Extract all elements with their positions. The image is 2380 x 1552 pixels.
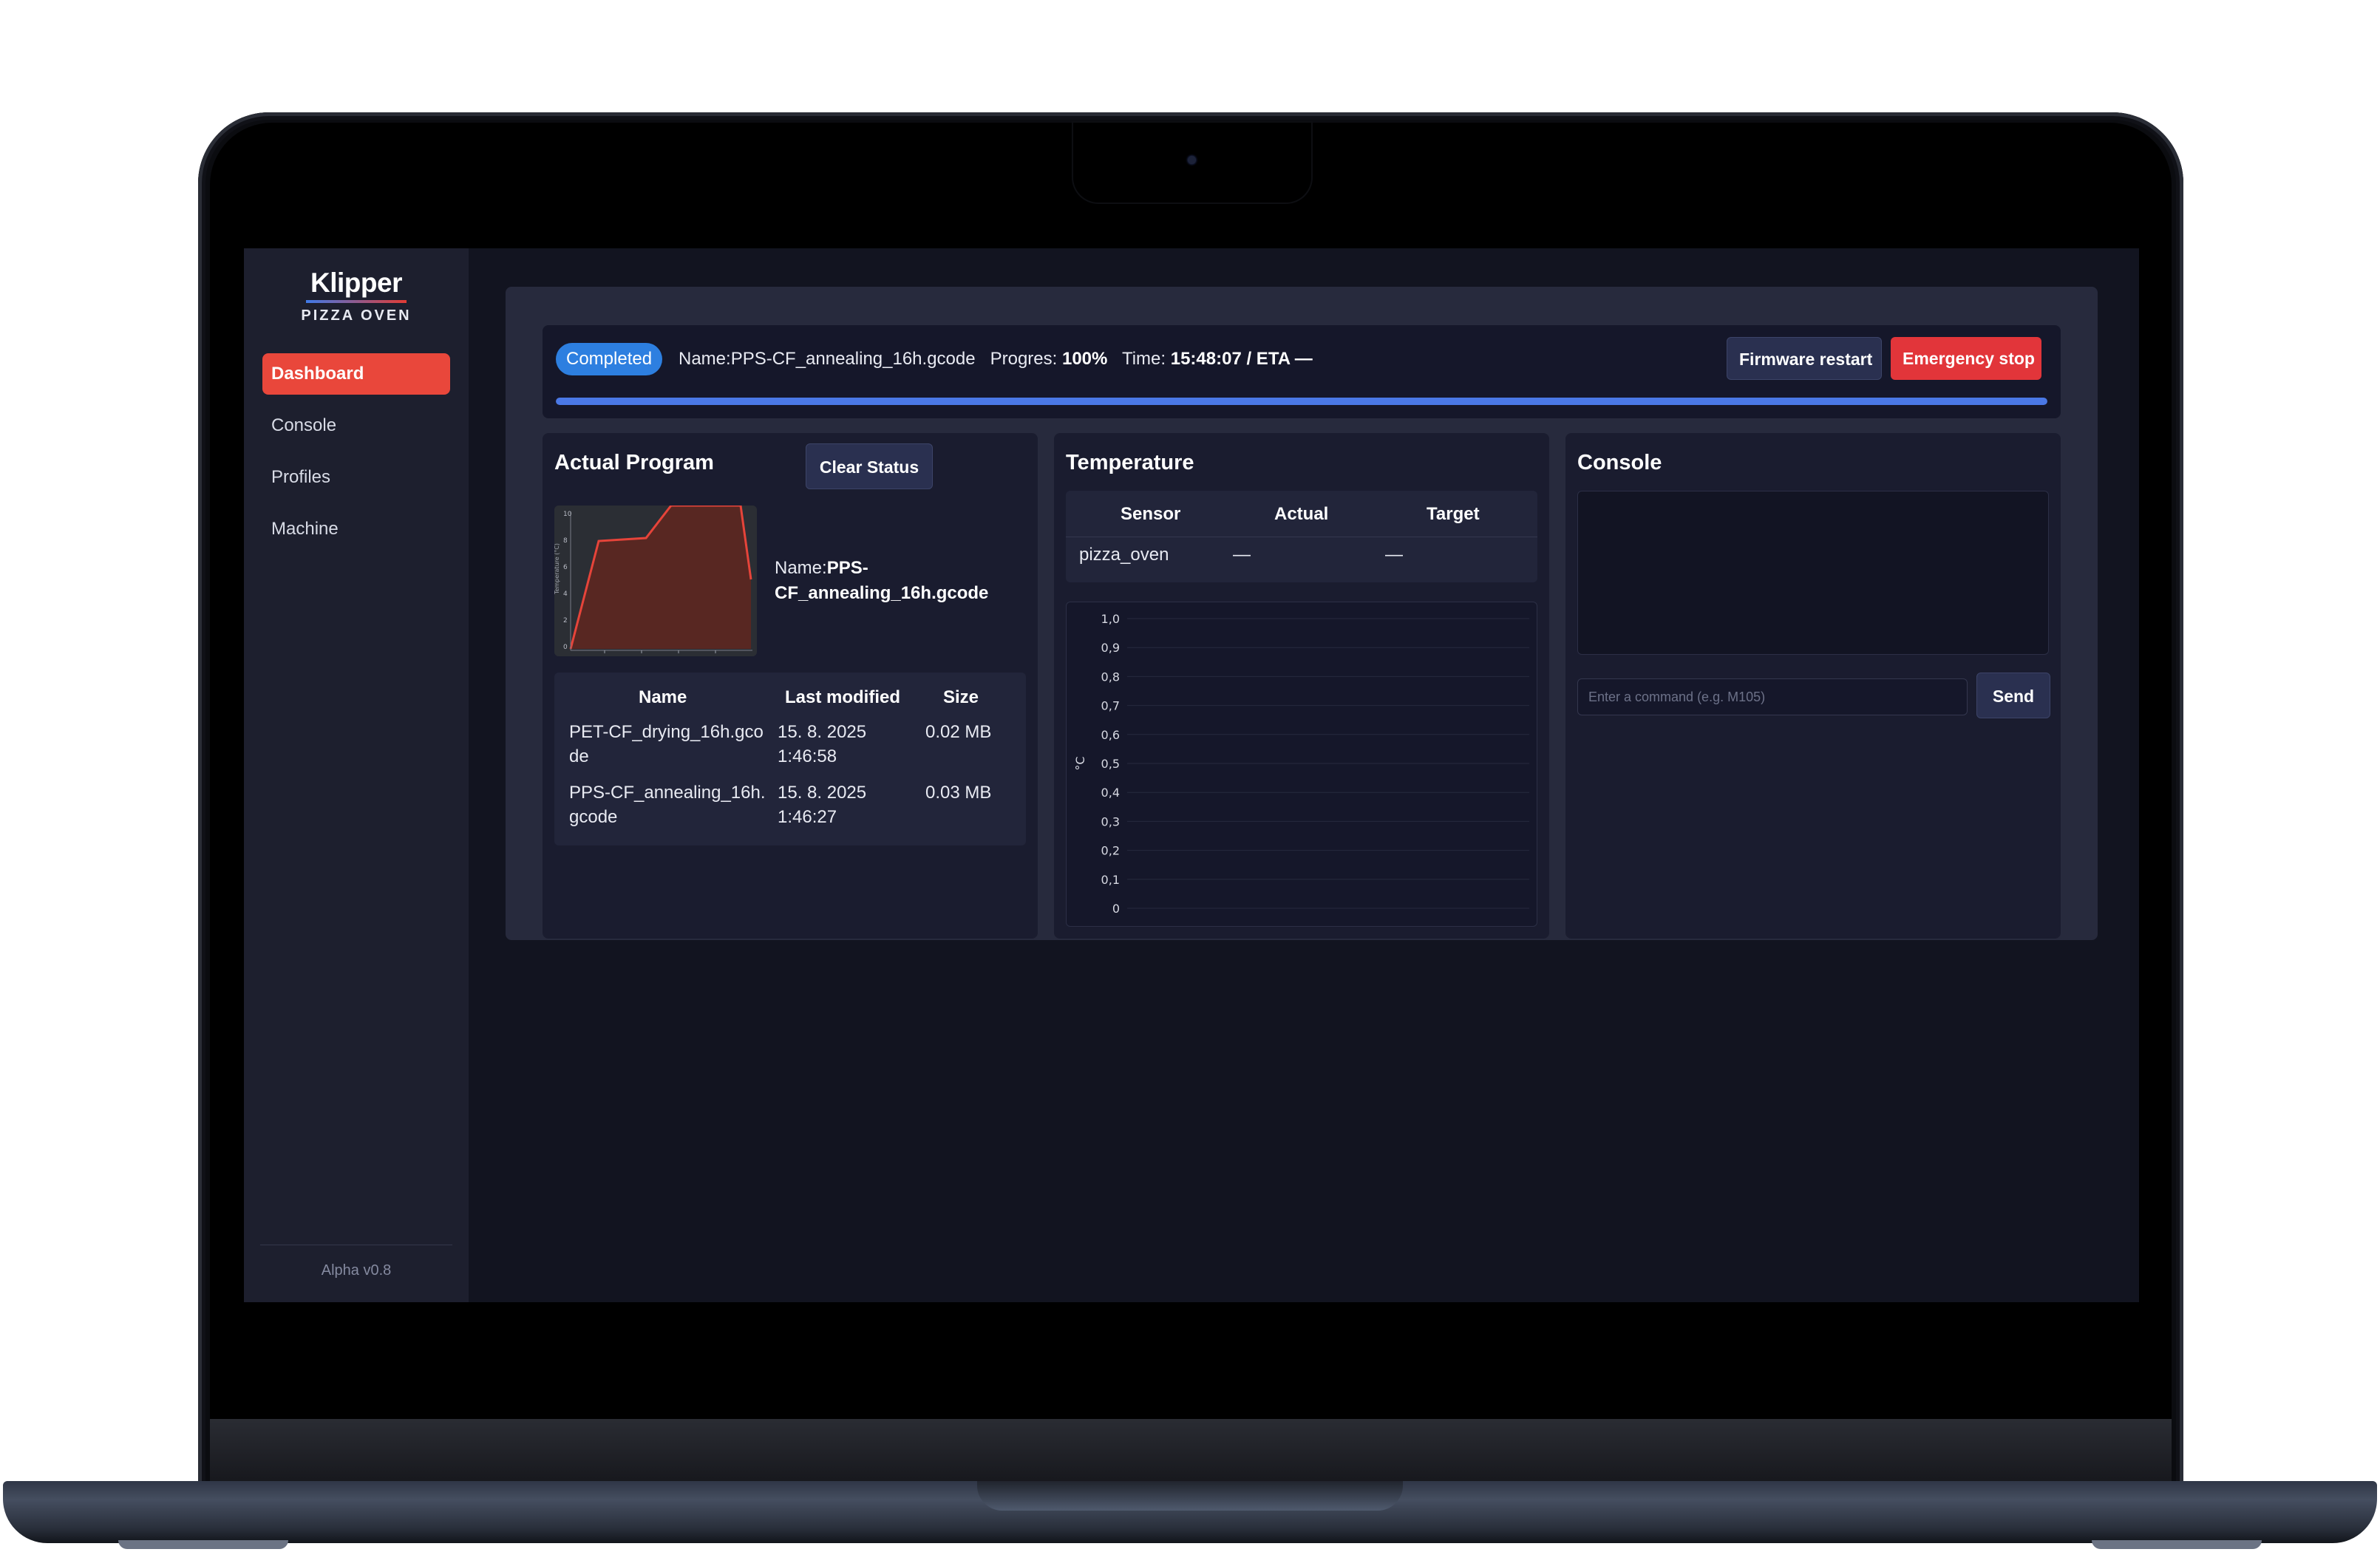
chart-y-tick: 0,5 [1101, 757, 1120, 771]
program-name: Name:PPS-CF_annealing_16h.gcode [775, 556, 1026, 606]
chart-y-tick: 0,9 [1101, 641, 1120, 655]
file-date: 15. 8. 2025 [778, 722, 867, 742]
actual-program-title: Actual Program [554, 451, 714, 474]
console-card: Console Send [1565, 433, 2061, 939]
chart-y-tick: 0,3 [1101, 814, 1120, 828]
file-size: 0.02 MB [925, 722, 992, 742]
chart-y-tick: 0,8 [1101, 670, 1120, 684]
file-name-line: gcode [569, 807, 618, 827]
logo-subtitle: PIZZA OVEN [301, 307, 412, 324]
clear-status-button[interactable]: Clear Status [806, 443, 933, 489]
logo-title: Klipper [310, 268, 402, 298]
console-output [1577, 491, 2049, 655]
program-name-label: Name: [775, 558, 827, 578]
col-header-target: Target [1427, 504, 1480, 524]
file-name-line: PET-CF_drying_16h.gco [569, 722, 764, 742]
svg-text:2: 2 [563, 617, 568, 624]
logo-underline [306, 300, 407, 303]
sidebar-item-machine[interactable]: Machine [262, 508, 450, 550]
file-name-line: de [569, 746, 589, 766]
svg-text:4: 4 [563, 590, 568, 598]
temperature-chart-svg: 1,0 0,9 0,8 0,7 0,6 0,5 0,4 0,3 0,2 0,1 0 °C [1073, 612, 1529, 916]
chart-y-tick: 0,2 [1101, 844, 1120, 858]
temperature-card: Temperature Sensor Actual Target pizza_o… [1054, 433, 1549, 939]
svg-text:6: 6 [563, 564, 568, 571]
sidebar-item-console[interactable]: Console [262, 405, 450, 446]
status-name-label: Name: [679, 349, 731, 369]
progress-bar [556, 398, 2047, 405]
sidebar-item-profiles[interactable]: Profiles [262, 457, 450, 498]
chart-y-label: °C [1073, 756, 1087, 770]
file-name: PPS-CF_annealing_16h. gcode [569, 780, 766, 829]
file-time: 1:46:27 [778, 807, 837, 827]
temperature-title: Temperature [1066, 451, 1194, 474]
status-bar: Completed Name:PPS-CF_annealing_16h.gcod… [543, 325, 2061, 418]
console-title: Console [1577, 451, 1662, 474]
svg-text:Temperature (°C): Temperature (°C) [554, 543, 560, 595]
laptop-foot [118, 1540, 288, 1549]
status-progress-label: Progres: [990, 349, 1058, 369]
svg-text:10: 10 [563, 511, 572, 518]
status-line: Name:PPS-CF_annealing_16h.gcode Progres:… [679, 343, 1313, 375]
file-date: 15. 8. 2025 [778, 783, 867, 803]
col-header-sensor: Sensor [1121, 504, 1181, 524]
chart-y-tick: 0,7 [1101, 699, 1120, 713]
sidebar-item-dashboard[interactable]: Dashboard [262, 353, 450, 395]
file-name-line: PPS-CF_annealing_16h. [569, 783, 766, 803]
file-size: 0.03 MB [925, 783, 992, 803]
program-thumbnail: 10 8 6 4 2 0 Temperature (°C) [554, 506, 757, 656]
chart-y-tick: 0,4 [1101, 786, 1120, 800]
col-header-modified: Last modified [785, 687, 901, 707]
file-modified: 15. 8. 2025 1:46:27 [778, 780, 866, 829]
file-time: 1:46:58 [778, 746, 837, 766]
laptop-foot [2092, 1540, 2262, 1549]
status-name-value: PPS-CF_annealing_16h.gcode [730, 349, 976, 369]
version-label: Alpha v0.8 [321, 1262, 392, 1279]
console-command-input[interactable] [1577, 678, 1968, 715]
status-time-label: Time: [1121, 349, 1166, 369]
sidebar: Klipper PIZZA OVEN Dashboard Console Pro… [244, 248, 469, 1302]
progress-fill [556, 398, 2047, 405]
temperature-chart: 1,0 0,9 0,8 0,7 0,6 0,5 0,4 0,3 0,2 0,1 0 °C [1066, 602, 1537, 927]
sensor-target: — [1385, 545, 1403, 565]
dashboard-panel: Completed Name:PPS-CF_annealing_16h.gcod… [506, 287, 2098, 940]
file-table: Name Last modified Size PET-CF_drying_16… [554, 673, 1026, 845]
emergency-stop-button[interactable]: Emergency stop [1891, 337, 2041, 380]
status-badge: Completed [556, 343, 663, 375]
chart-y-tick: 0,1 [1101, 873, 1120, 887]
svg-text:8: 8 [563, 537, 568, 545]
actual-program-card: Actual Program Clear Status 10 8 6 4 2 0 T… [543, 433, 1038, 939]
bezel-bottom [210, 1419, 2172, 1483]
col-header-actual: Actual [1274, 504, 1329, 524]
send-button[interactable]: Send [1976, 673, 2050, 718]
base-notch [977, 1481, 1403, 1511]
sensor-actual: — [1233, 545, 1251, 565]
chart-y-tick: 1,0 [1101, 612, 1120, 626]
sensor-name: pizza_oven [1079, 545, 1169, 565]
temperature-table: Sensor Actual Target pizza_oven — — [1066, 491, 1537, 582]
svg-text:0: 0 [563, 644, 568, 651]
file-name: PET-CF_drying_16h.gco de [569, 720, 764, 769]
status-time-value: 15:48:07 / ETA — [1170, 349, 1313, 369]
chart-y-tick: 0 [1112, 902, 1120, 916]
file-modified: 15. 8. 2025 1:46:58 [778, 720, 866, 769]
firmware-restart-button[interactable]: Firmware restart [1727, 337, 1882, 380]
col-header-name: Name [639, 687, 687, 707]
camera-icon [1188, 156, 1196, 164]
chart-y-tick: 0,6 [1101, 728, 1120, 742]
status-progress-value: 100% [1061, 349, 1108, 369]
col-header-size: Size [943, 687, 979, 707]
program-profile-chart: 10 8 6 4 2 0 Temperature (°C) [554, 506, 757, 656]
app-screen: Klipper PIZZA OVEN Dashboard Console Pro… [244, 248, 2139, 1302]
